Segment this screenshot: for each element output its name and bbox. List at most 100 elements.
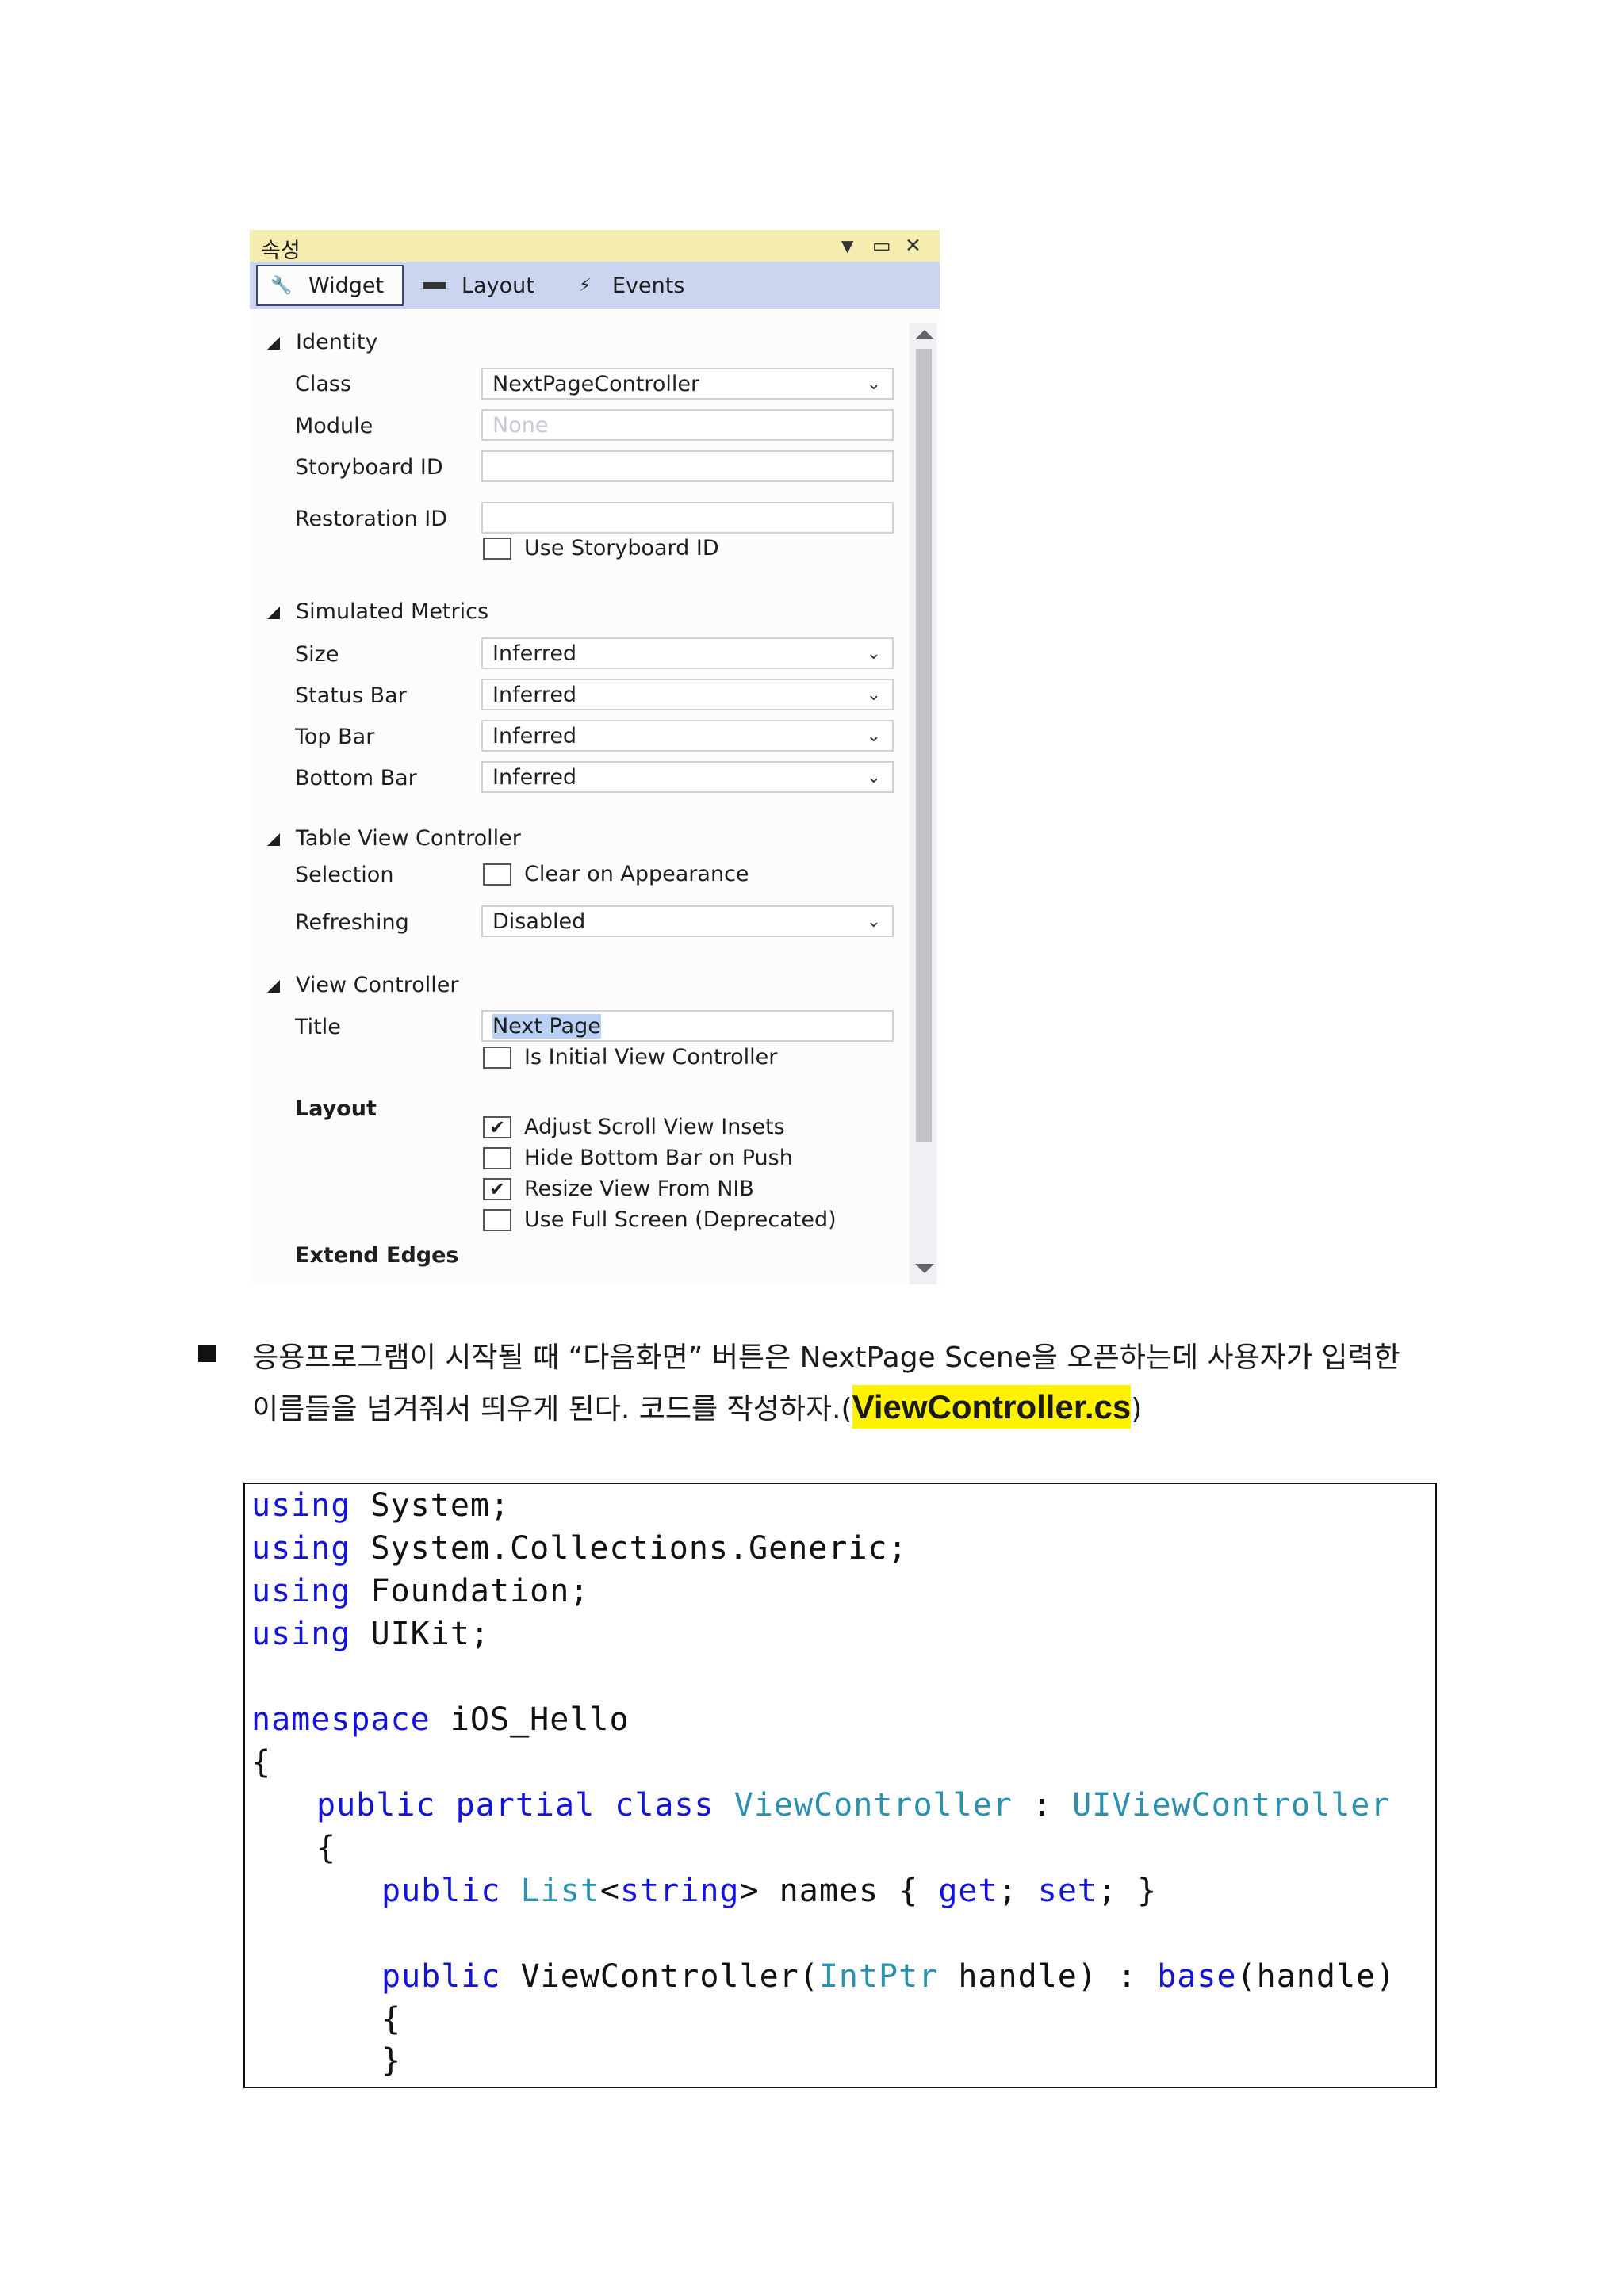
paragraph-suffix: ) [1131, 1393, 1143, 1425]
checkmark-icon: ✔ [483, 1115, 511, 1138]
checkmark-icon: ✔ [483, 1177, 511, 1200]
size-label: Size [295, 642, 339, 667]
section-title: Table View Controller [296, 826, 521, 851]
ruler-icon [420, 276, 449, 295]
tab-layout[interactable]: Layout [420, 265, 534, 306]
checkbox-label: Clear on Appearance [524, 862, 749, 886]
is-initial-view-controller-checkbox[interactable]: Is Initial View Controller [483, 1045, 777, 1070]
section-identity[interactable]: Identity [267, 330, 377, 354]
checkbox-label: Adjust Scroll View Insets [524, 1115, 785, 1139]
layout-group-label: Layout [295, 1096, 377, 1121]
filename-highlight: ViewController.cs [852, 1385, 1132, 1429]
class-select[interactable]: NextPageController ⌄ [481, 368, 894, 400]
code-line: using UIKit; [251, 1616, 490, 1652]
bottom-bar-label: Bottom Bar [295, 766, 417, 790]
status-bar-label: Status Bar [295, 683, 407, 708]
code-line: public ViewController(IntPtr handle) : b… [381, 1958, 1396, 1995]
code-line: { [251, 1744, 272, 1781]
code-line: public List<string> names { get; set; } [381, 1873, 1158, 1909]
lightning-icon: ⚡ [579, 275, 592, 296]
title-label: Title [295, 1015, 341, 1039]
size-value: Inferred [492, 641, 577, 666]
class-label: Class [295, 372, 352, 396]
size-select[interactable]: Inferred ⌄ [481, 637, 894, 669]
title-value: Next Page [492, 1013, 601, 1039]
bottom-bar-select[interactable]: Inferred ⌄ [481, 761, 894, 793]
section-simulated-metrics[interactable]: Simulated Metrics [267, 599, 488, 624]
chevron-down-icon: ⌄ [866, 912, 881, 932]
checkbox-box [483, 1046, 511, 1069]
bullet-icon [198, 1345, 216, 1362]
panel-titlebar: 속성 ▼ ▭ ✕ [250, 230, 940, 263]
properties-panel: 속성 ▼ ▭ ✕ 🔧 Widget Layout ⚡ Events Identi… [250, 230, 940, 1284]
tab-events[interactable]: ⚡ Events [571, 265, 684, 306]
extend-edges-label: Extend Edges [295, 1243, 459, 1268]
adjust-scroll-view-insets-checkbox[interactable]: ✔ Adjust Scroll View Insets [483, 1115, 785, 1139]
class-value: NextPageController [492, 371, 700, 396]
collapse-triangle-icon [267, 979, 280, 993]
section-title: Identity [296, 330, 378, 354]
use-storyboard-id-checkbox[interactable]: Use Storyboard ID [483, 536, 719, 561]
chevron-down-icon: ⌄ [866, 726, 881, 746]
status-bar-select[interactable]: Inferred ⌄ [481, 679, 894, 710]
chevron-down-icon: ⌄ [866, 685, 881, 705]
checkbox-label: Use Storyboard ID [524, 536, 719, 561]
resize-view-from-nib-checkbox[interactable]: ✔ Resize View From NIB [483, 1177, 754, 1201]
code-line: { [381, 2001, 402, 2038]
title-field[interactable]: Next Page [481, 1010, 894, 1042]
hide-bottom-bar-checkbox[interactable]: Hide Bottom Bar on Push [483, 1146, 793, 1170]
status-bar-value: Inferred [492, 682, 577, 707]
code-line: using System; [251, 1487, 511, 1524]
code-box: using System; using System.Collections.G… [243, 1483, 1437, 2088]
refreshing-value: Disabled [492, 909, 586, 934]
storyboard-id-field[interactable] [481, 450, 894, 482]
paragraph-prefix: 이름들을 넘겨줘서 띄우게 된다. 코드를 작성하자.( [252, 1393, 852, 1425]
paragraph-line-2: 이름들을 넘겨줘서 띄우게 된다. 코드를 작성하자.(ViewControll… [252, 1385, 1143, 1429]
scroll-down-icon[interactable] [915, 1264, 934, 1273]
chevron-down-icon: ⌄ [866, 767, 881, 787]
checkbox-box [483, 863, 511, 886]
paragraph-line-1: 응용프로그램이 시작될 때 “다음화면” 버튼은 NextPage Scene을… [252, 1341, 1400, 1374]
checkbox-box [483, 537, 511, 560]
section-table-view-controller[interactable]: Table View Controller [267, 826, 521, 851]
section-view-controller[interactable]: View Controller [267, 973, 458, 997]
close-icon[interactable]: ✕ [905, 234, 921, 258]
dropdown-arrow-icon[interactable]: ▼ [841, 234, 853, 258]
checkbox-box [483, 1146, 511, 1169]
tab-layout-label: Layout [462, 273, 534, 298]
checkbox-label: Use Full Screen (Deprecated) [524, 1207, 837, 1232]
scroll-up-icon[interactable] [915, 330, 934, 339]
code-line: using System.Collections.Generic; [251, 1530, 908, 1567]
chevron-down-icon: ⌄ [866, 374, 881, 394]
tab-events-label: Events [612, 273, 685, 298]
checkbox-label: Is Initial View Controller [524, 1045, 778, 1070]
bottom-bar-value: Inferred [492, 764, 577, 790]
selection-label: Selection [295, 863, 394, 887]
wrench-icon: 🔧 [270, 275, 293, 296]
code-line: namespace iOS_Hello [251, 1701, 630, 1738]
code-line: public partial class ViewController : UI… [316, 1787, 1391, 1823]
restoration-id-label: Restoration ID [295, 507, 448, 531]
code-line: { [316, 1830, 337, 1866]
storyboard-id-label: Storyboard ID [295, 455, 443, 480]
clear-on-appearance-checkbox[interactable]: Clear on Appearance [483, 862, 749, 886]
scrollbar-thumb[interactable] [916, 349, 932, 1142]
top-bar-select[interactable]: Inferred ⌄ [481, 720, 894, 752]
module-placeholder: None [492, 412, 549, 438]
collapse-triangle-icon [267, 606, 280, 619]
chevron-down-icon: ⌄ [866, 644, 881, 664]
refreshing-select[interactable]: Disabled ⌄ [481, 905, 894, 937]
tab-widget[interactable]: 🔧 Widget [256, 265, 404, 306]
collapse-triangle-icon [267, 832, 280, 846]
module-label: Module [295, 414, 373, 438]
top-bar-label: Top Bar [295, 725, 375, 749]
checkbox-box [483, 1208, 511, 1231]
checkbox-label: Hide Bottom Bar on Push [524, 1146, 793, 1170]
module-field[interactable]: None [481, 409, 894, 441]
section-title: View Controller [296, 973, 459, 997]
use-full-screen-checkbox[interactable]: Use Full Screen (Deprecated) [483, 1207, 837, 1232]
restoration-id-field[interactable] [481, 502, 894, 534]
checkbox-label: Resize View From NIB [524, 1177, 754, 1201]
maximize-icon[interactable]: ▭ [872, 234, 891, 258]
top-bar-value: Inferred [492, 723, 577, 748]
